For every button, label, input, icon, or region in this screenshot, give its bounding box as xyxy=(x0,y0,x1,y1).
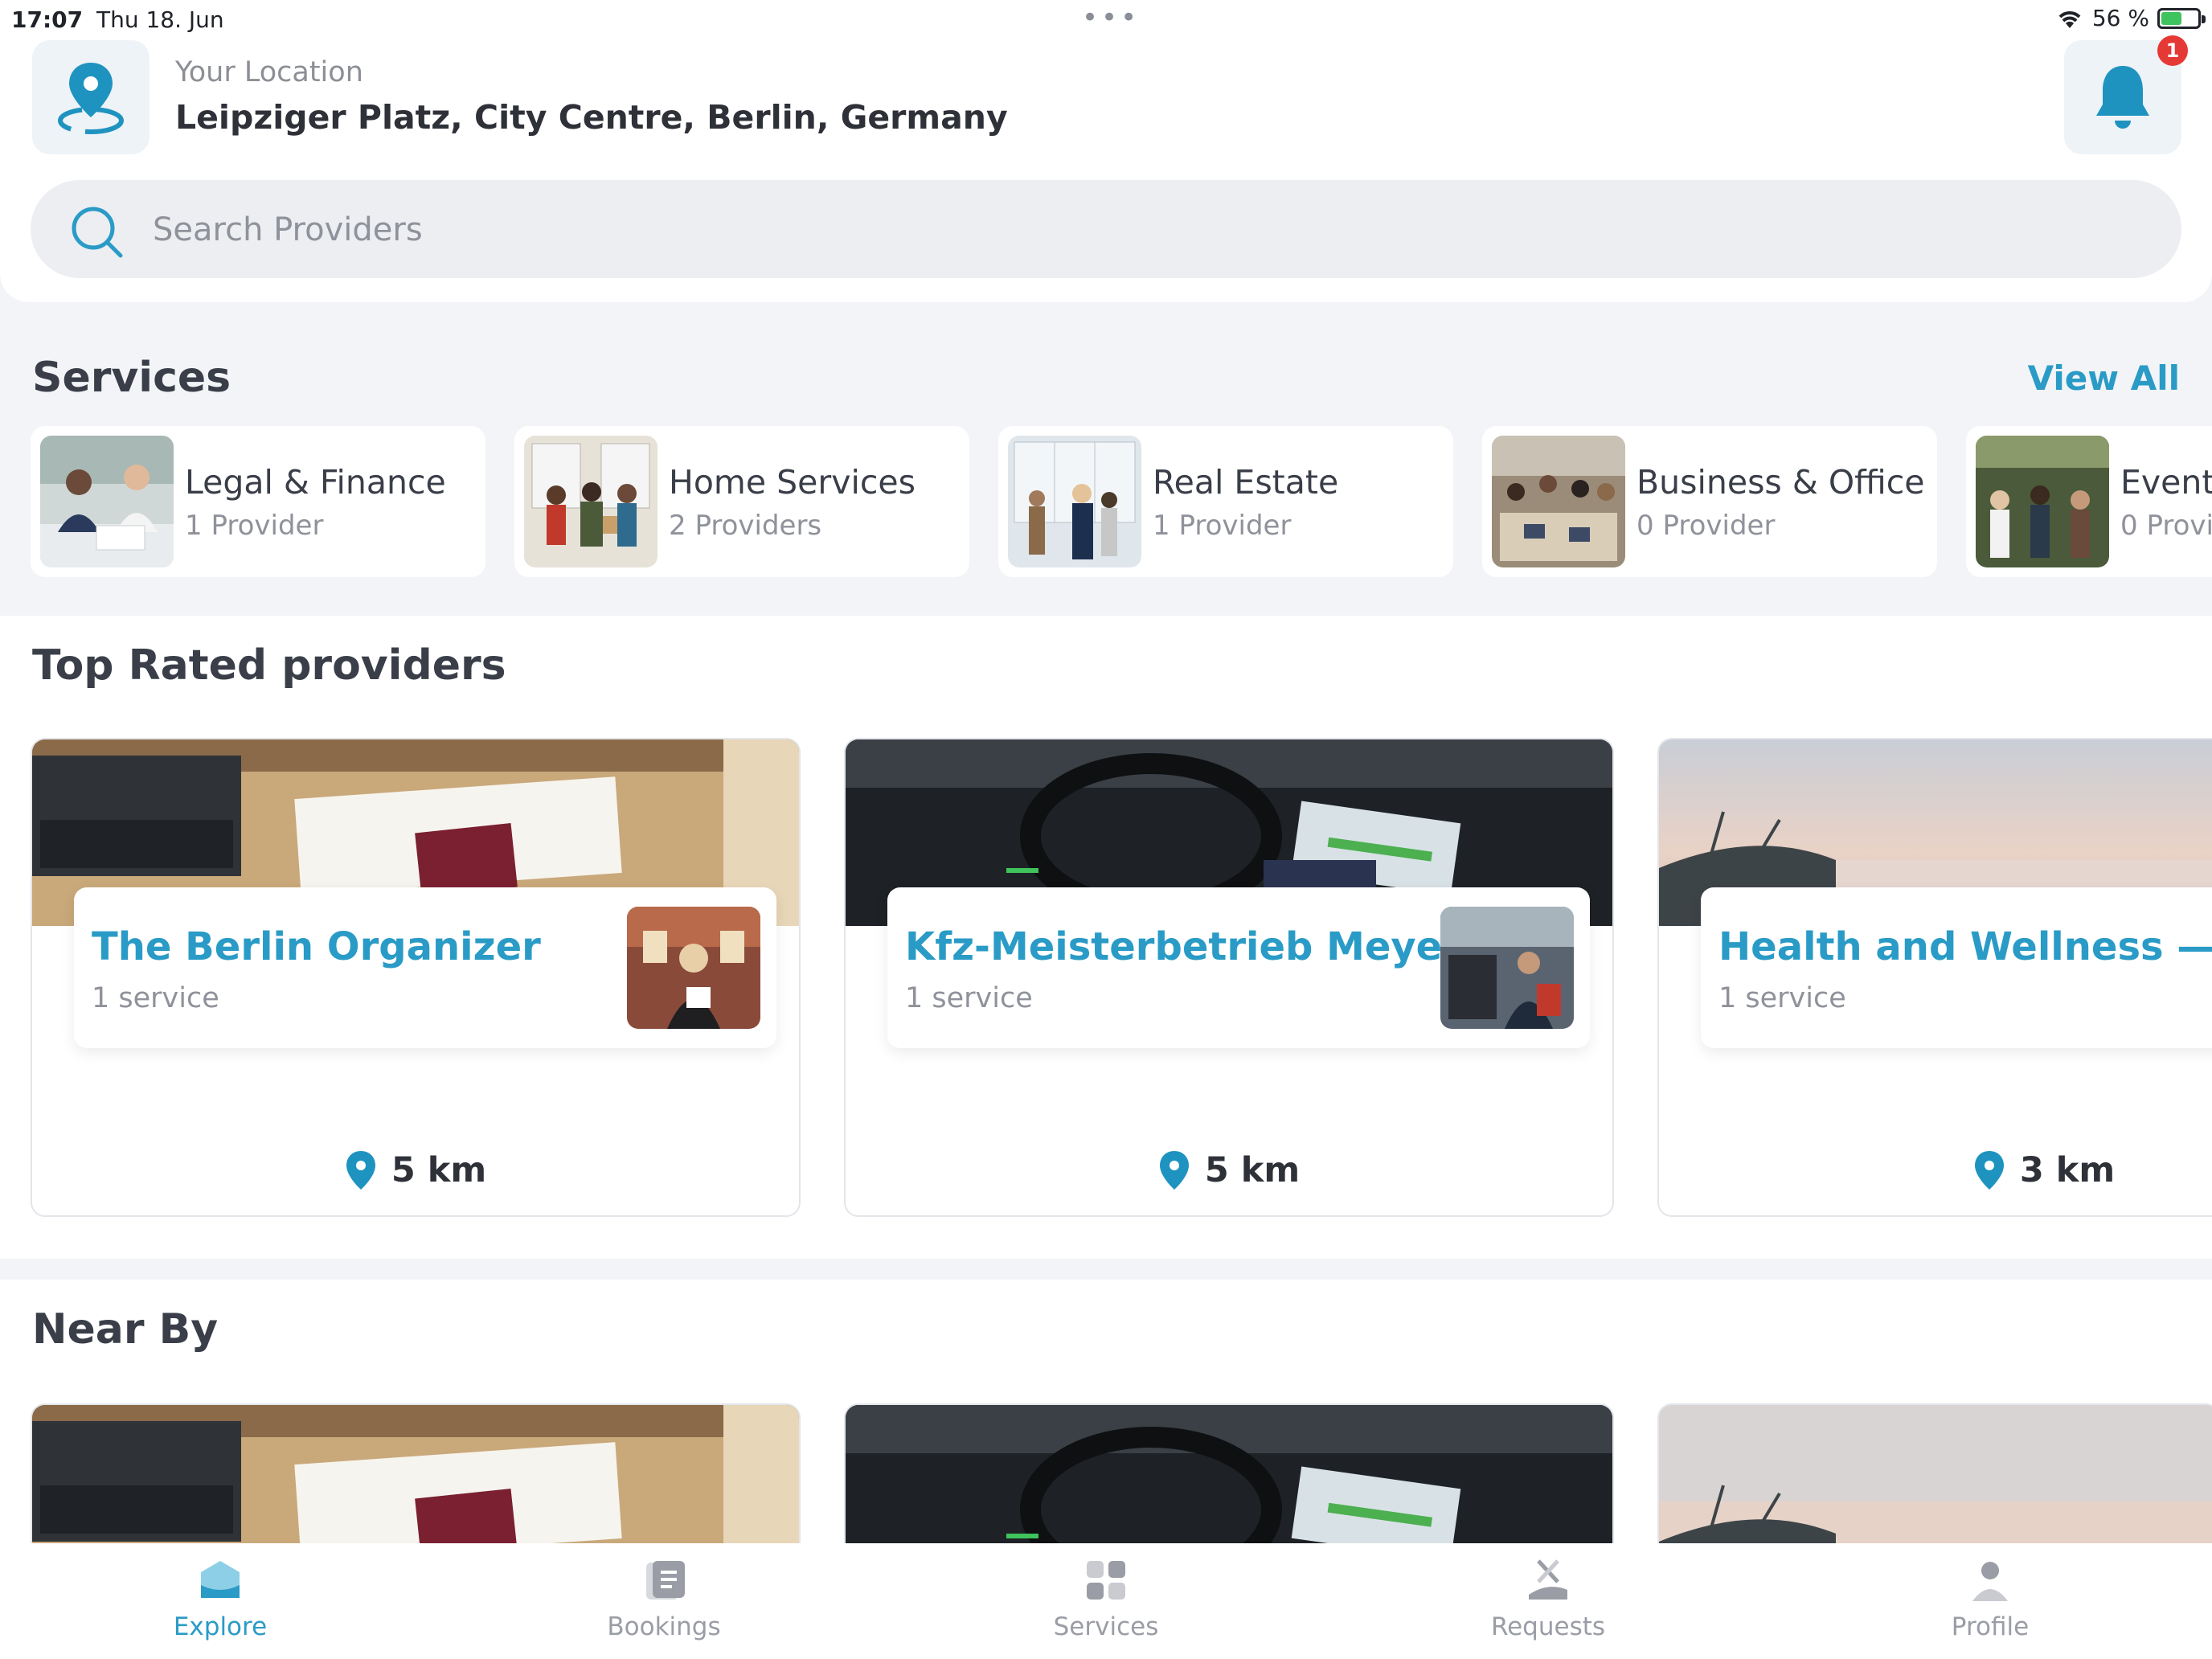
notification-badge: 1 xyxy=(2157,35,2188,66)
category-image xyxy=(524,436,657,567)
location-value[interactable]: Leipziger Platz, City Centre, Berlin, Ge… xyxy=(175,98,1008,137)
provider-info-panel: The Berlin Organizer 1 service xyxy=(74,887,776,1048)
provider-service-count: 1 service xyxy=(1718,982,1846,1014)
provider-card-health-wellness[interactable]: Health and Wellness — Mi 1 service 3 km xyxy=(1657,738,2212,1217)
category-card-business-office[interactable]: Business & Office 0 Provider xyxy=(1482,426,1937,577)
location-pin-icon xyxy=(58,63,124,134)
provider-name[interactable]: Health and Wellness — Mi xyxy=(1718,924,2212,969)
category-name: Event xyxy=(2120,463,2212,502)
search-input[interactable] xyxy=(151,203,2083,257)
nav-label: Bookings xyxy=(607,1612,721,1641)
location-pin-icon xyxy=(1974,1151,2004,1190)
category-card-legal-finance[interactable]: Legal & Finance 1 Provider xyxy=(31,426,485,577)
category-count: 2 Providers xyxy=(669,510,822,542)
provider-distance: 3 km xyxy=(1659,1149,2212,1191)
nav-bookings[interactable]: Bookings xyxy=(543,1558,784,1641)
services-title: Services xyxy=(32,354,231,402)
category-count: 1 Provider xyxy=(1153,510,1292,542)
nav-explore[interactable]: Explore xyxy=(100,1558,341,1641)
provider-name[interactable]: The Berlin Organizer xyxy=(92,924,541,969)
location-pin-icon xyxy=(1159,1151,1189,1190)
category-image xyxy=(1976,436,2109,567)
provider-card-kfz-meyer[interactable]: Kfz-Meisterbetrieb Meyer 1 service 5 km xyxy=(844,738,1614,1217)
near-by-title: Near By xyxy=(32,1305,219,1354)
category-count: 0 Provi xyxy=(2120,510,2212,542)
view-all-link[interactable]: View All xyxy=(2028,358,2180,398)
status-time: 17:07 xyxy=(11,6,84,33)
provider-info-panel: Kfz-Meisterbetrieb Meyer 1 service xyxy=(887,887,1590,1048)
nav-label: Requests xyxy=(1490,1612,1606,1641)
nav-label: Services xyxy=(1053,1612,1159,1641)
location-pin-icon xyxy=(346,1151,375,1190)
provider-avatar xyxy=(627,907,760,1029)
status-date: Thu 18. Jun xyxy=(96,6,224,33)
category-name: Home Services xyxy=(669,463,916,502)
top-rated-title: Top Rated providers xyxy=(32,641,506,690)
location-caption: Your Location xyxy=(175,56,363,88)
category-name: Real Estate xyxy=(1153,463,1339,502)
requests-tools-icon xyxy=(1529,1559,1567,1600)
provider-avatar xyxy=(1440,907,1574,1029)
distance-value: 3 km xyxy=(2019,1150,2116,1190)
distance-value: 5 km xyxy=(391,1150,487,1190)
provider-distance: 5 km xyxy=(32,1149,799,1191)
category-count: 0 Provider xyxy=(1636,510,1776,542)
nav-label: Explore xyxy=(173,1612,268,1641)
battery-icon xyxy=(2157,7,2206,29)
nav-services[interactable]: Services xyxy=(985,1558,1227,1641)
bookings-icon xyxy=(646,1561,685,1600)
category-name: Legal & Finance xyxy=(185,463,446,502)
category-card-home-services[interactable]: Home Services 2 Providers xyxy=(514,426,969,577)
explore-icon xyxy=(201,1561,240,1598)
category-image xyxy=(1008,436,1141,567)
nav-label: Profile xyxy=(1951,1612,2030,1641)
category-card-real-estate[interactable]: Real Estate 1 Provider xyxy=(998,426,1453,577)
provider-info-panel: Health and Wellness — Mi 1 service xyxy=(1701,887,2212,1048)
profile-icon xyxy=(1972,1562,2008,1601)
wifi-icon xyxy=(2058,10,2081,28)
multitasking-dots-icon[interactable]: ••• xyxy=(1082,2,1140,34)
category-image xyxy=(40,436,174,567)
nav-requests[interactable]: Requests xyxy=(1428,1558,1669,1641)
search-icon xyxy=(72,207,123,258)
battery-percent: 56 % xyxy=(2091,5,2149,31)
distance-value: 5 km xyxy=(1204,1150,1301,1190)
category-image xyxy=(1492,436,1625,567)
nav-profile[interactable]: Profile xyxy=(1870,1558,2111,1641)
search-bar[interactable] xyxy=(31,180,2181,278)
provider-distance: 5 km xyxy=(846,1149,1612,1191)
location-pin-button[interactable] xyxy=(32,40,150,154)
bottom-navigation: Explore Bookings Services Requests Profi… xyxy=(0,1543,2212,1659)
services-grid-icon xyxy=(1087,1561,1125,1600)
category-name: Business & Office xyxy=(1636,463,1925,502)
provider-card-berlin-organizer[interactable]: The Berlin Organizer 1 service 5 km xyxy=(31,738,801,1217)
provider-service-count: 1 service xyxy=(905,982,1033,1014)
provider-service-count: 1 service xyxy=(92,982,219,1014)
status-indicators: 56 % xyxy=(2055,5,2206,31)
category-count: 1 Provider xyxy=(185,510,324,542)
category-card-event[interactable]: Event 0 Provi xyxy=(1966,426,2212,577)
provider-name[interactable]: Kfz-Meisterbetrieb Meyer xyxy=(905,924,1461,969)
